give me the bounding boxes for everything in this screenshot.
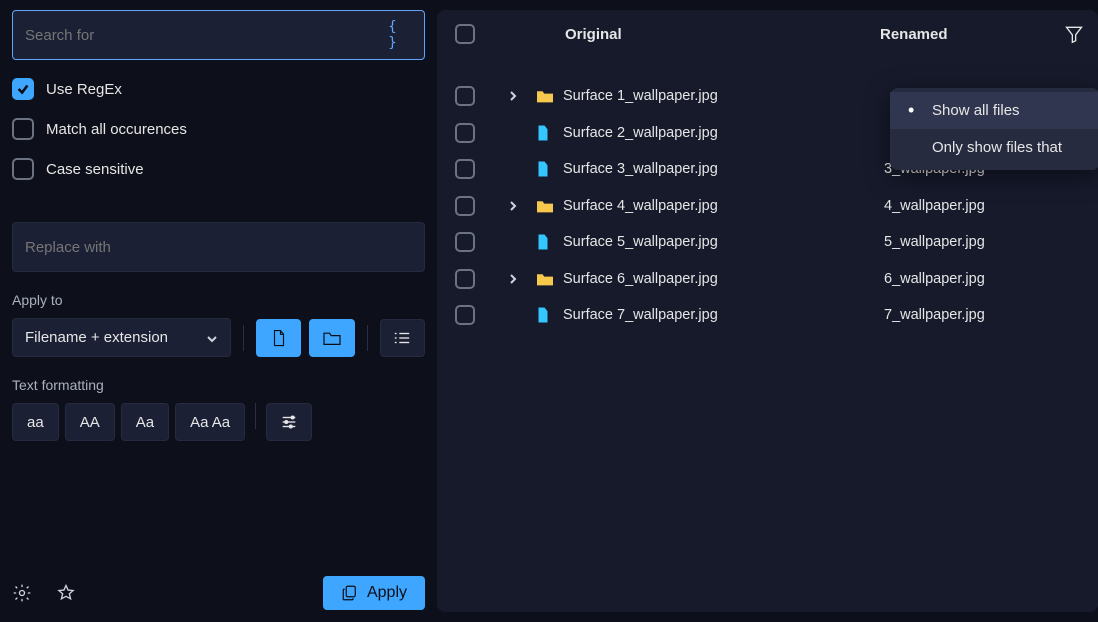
filter-show-all-item[interactable]: Show all files bbox=[890, 92, 1098, 129]
expand-chevron-icon[interactable] bbox=[507, 200, 535, 212]
renamed-filename: 6_wallpaper.jpg bbox=[884, 271, 1080, 287]
chevron-down-icon bbox=[206, 332, 218, 344]
row-checkbox[interactable] bbox=[455, 196, 475, 216]
original-filename: Surface 6_wallpaper.jpg bbox=[563, 271, 884, 287]
replace-input-container[interactable] bbox=[12, 222, 425, 272]
apply-button[interactable]: Apply bbox=[323, 576, 425, 610]
row-checkbox[interactable] bbox=[455, 123, 475, 143]
uppercase-button[interactable]: AA bbox=[65, 403, 115, 441]
use-regex-label: Use RegEx bbox=[46, 81, 122, 98]
filter-only-show-item[interactable]: Only show files that bbox=[890, 129, 1098, 166]
original-filename: Surface 3_wallpaper.jpg bbox=[563, 161, 884, 177]
apply-to-label: Apply to bbox=[12, 292, 425, 308]
apply-to-dropdown[interactable]: Filename + extension bbox=[12, 318, 231, 357]
filter-dropdown-menu: Show all files Only show files that bbox=[890, 88, 1098, 170]
apply-to-value: Filename + extension bbox=[25, 329, 168, 346]
original-filename: Surface 1_wallpaper.jpg bbox=[563, 88, 884, 104]
expand-chevron-icon[interactable] bbox=[507, 90, 535, 102]
renamed-filename: 7_wallpaper.jpg bbox=[884, 307, 1080, 323]
renamed-filename: 4_wallpaper.jpg bbox=[884, 198, 1080, 214]
filter-button[interactable] bbox=[1064, 24, 1084, 48]
file-icon bbox=[535, 306, 563, 324]
match-all-label: Match all occurences bbox=[46, 121, 187, 138]
replace-input[interactable] bbox=[25, 239, 412, 256]
titlecase-button[interactable]: Aa bbox=[121, 403, 169, 441]
include-folders-button[interactable] bbox=[309, 319, 354, 357]
use-regex-checkbox[interactable] bbox=[12, 78, 34, 100]
text-format-settings-button[interactable] bbox=[266, 403, 312, 441]
expand-chevron-icon[interactable] bbox=[507, 273, 535, 285]
row-checkbox[interactable] bbox=[455, 269, 475, 289]
folder-icon bbox=[535, 198, 563, 214]
enumerate-items-button[interactable] bbox=[380, 319, 425, 357]
separator bbox=[255, 403, 256, 429]
row-checkbox[interactable] bbox=[455, 232, 475, 252]
table-row[interactable]: Surface 6_wallpaper.jpg6_wallpaper.jpg bbox=[437, 261, 1098, 298]
file-icon bbox=[535, 160, 563, 178]
text-formatting-label: Text formatting bbox=[12, 377, 425, 393]
separator bbox=[243, 325, 244, 351]
original-filename: Surface 7_wallpaper.jpg bbox=[563, 307, 884, 323]
folder-icon bbox=[535, 271, 563, 287]
original-filename: Surface 2_wallpaper.jpg bbox=[563, 125, 884, 141]
select-all-checkbox[interactable] bbox=[455, 24, 475, 44]
original-filename: Surface 4_wallpaper.jpg bbox=[563, 198, 884, 214]
file-icon bbox=[535, 124, 563, 142]
row-checkbox[interactable] bbox=[455, 86, 475, 106]
favorite-button[interactable] bbox=[56, 583, 76, 603]
renamed-column-header: Renamed bbox=[880, 26, 1080, 43]
row-checkbox[interactable] bbox=[455, 305, 475, 325]
file-icon bbox=[535, 233, 563, 251]
capitalize-each-word-button[interactable]: Aa Aa bbox=[175, 403, 245, 441]
lowercase-button[interactable]: aa bbox=[12, 403, 59, 441]
original-column-header: Original bbox=[565, 26, 622, 43]
search-input-container[interactable]: { } bbox=[12, 10, 425, 60]
case-sensitive-label: Case sensitive bbox=[46, 161, 144, 178]
separator bbox=[367, 325, 368, 351]
table-row[interactable]: Surface 7_wallpaper.jpg7_wallpaper.jpg bbox=[437, 297, 1098, 334]
include-files-button[interactable] bbox=[256, 319, 301, 357]
table-header: Original Renamed bbox=[437, 10, 1098, 58]
renamed-filename: 5_wallpaper.jpg bbox=[884, 234, 1080, 250]
apply-button-label: Apply bbox=[367, 584, 407, 602]
table-row[interactable]: Surface 5_wallpaper.jpg5_wallpaper.jpg bbox=[437, 224, 1098, 261]
regex-braces-icon[interactable]: { } bbox=[388, 19, 412, 51]
search-input[interactable] bbox=[25, 27, 388, 44]
original-filename: Surface 5_wallpaper.jpg bbox=[563, 234, 884, 250]
settings-button[interactable] bbox=[12, 583, 32, 603]
case-sensitive-checkbox[interactable] bbox=[12, 158, 34, 180]
folder-icon bbox=[535, 88, 563, 104]
row-checkbox[interactable] bbox=[455, 159, 475, 179]
table-row[interactable]: Surface 4_wallpaper.jpg4_wallpaper.jpg bbox=[437, 188, 1098, 225]
match-all-checkbox[interactable] bbox=[12, 118, 34, 140]
